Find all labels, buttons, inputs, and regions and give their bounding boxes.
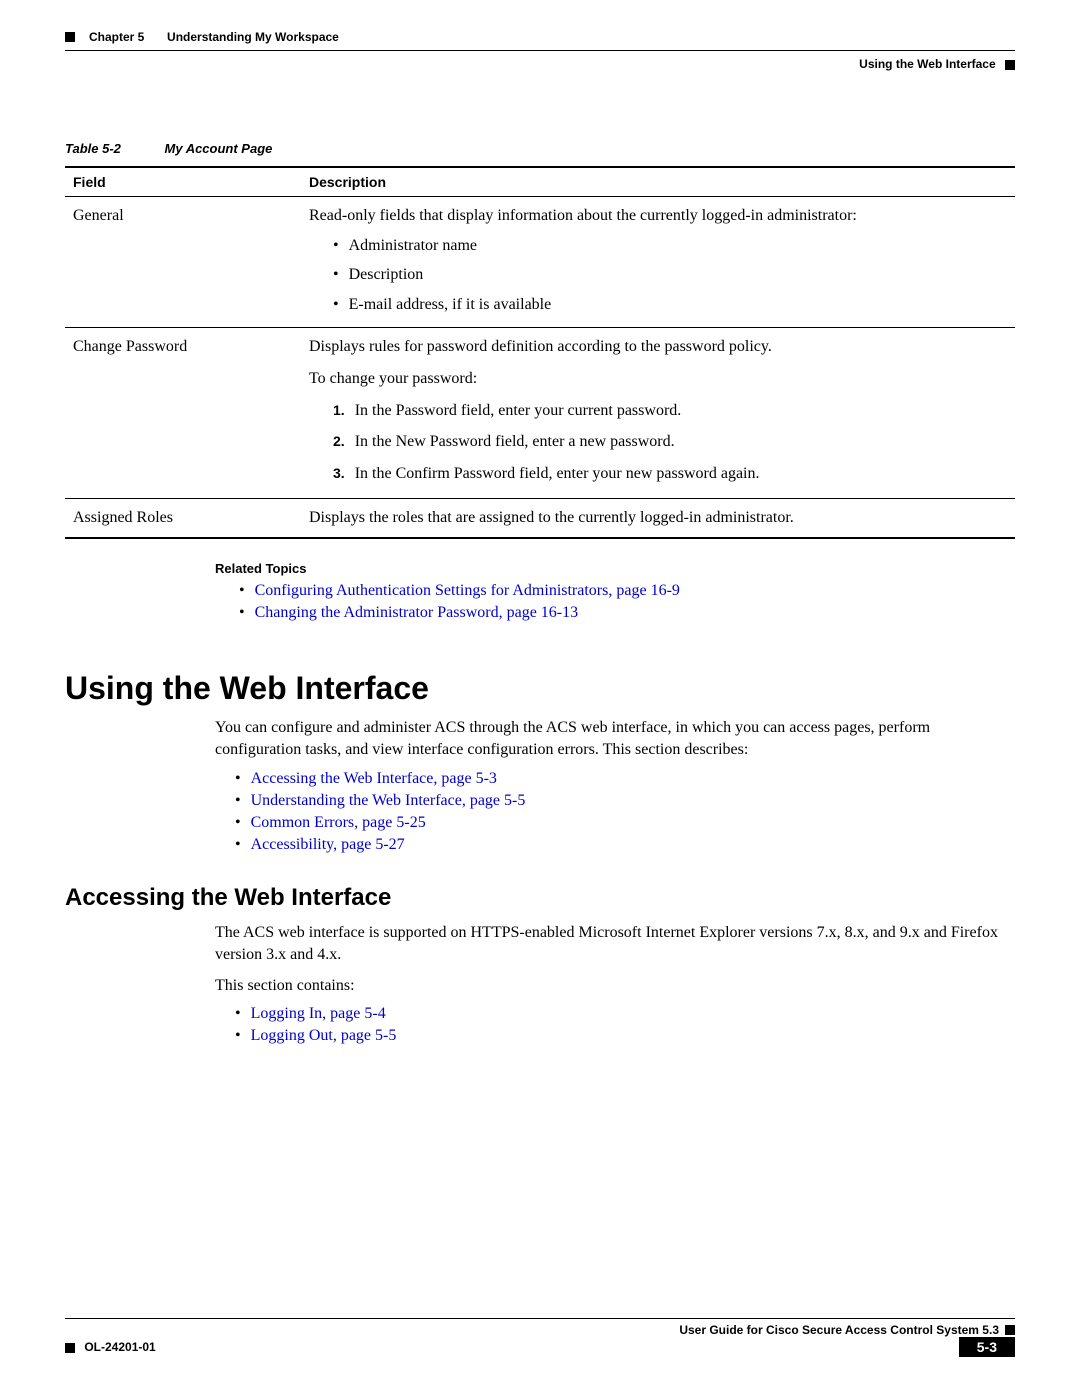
list-item: 2.In the New Password field, enter a new…	[333, 429, 1007, 455]
list-item: Changing the Administrator Password, pag…	[239, 604, 1015, 622]
list-item: Accessibility, page 5-27	[235, 836, 1015, 854]
related-topics: Related Topics Configuring Authenticatio…	[215, 561, 1015, 622]
th-description: Description	[301, 167, 1015, 197]
xref-link[interactable]: Understanding the Web Interface, page 5-…	[251, 792, 526, 809]
list-item: Logging In, page 5-4	[235, 1005, 1015, 1023]
list-item: E-mail address, if it is available	[333, 292, 1007, 318]
list-item: Accessing the Web Interface, page 5-3	[235, 770, 1015, 788]
cell-field: Change Password	[65, 328, 301, 499]
xref-link[interactable]: Changing the Administrator Password, pag…	[255, 604, 579, 621]
table-row: Change Password Displays rules for passw…	[65, 328, 1015, 499]
table-caption: Table 5-2 My Account Page	[65, 141, 1015, 156]
list-item: Logging Out, page 5-5	[235, 1027, 1015, 1045]
footer-marker-icon	[1005, 1325, 1015, 1335]
xref-link[interactable]: Logging In, page 5-4	[251, 1005, 386, 1022]
list-item: Understanding the Web Interface, page 5-…	[235, 792, 1015, 810]
heading-1: Using the Web Interface	[65, 670, 1015, 707]
xref-link[interactable]: Accessibility, page 5-27	[251, 836, 405, 853]
body-paragraph: This section contains:	[215, 975, 1015, 997]
header-marker-icon	[65, 32, 75, 42]
heading-2: Accessing the Web Interface	[65, 884, 1015, 912]
chapter-title: Understanding My Workspace	[167, 30, 339, 44]
running-header: Chapter 5 Understanding My Workspace	[65, 30, 1015, 44]
table-title: My Account Page	[165, 141, 273, 156]
xref-link[interactable]: Common Errors, page 5-25	[251, 814, 426, 831]
xref-link[interactable]: Accessing the Web Interface, page 5-3	[251, 770, 497, 787]
footer-marker-icon	[65, 1343, 75, 1353]
cell-field: Assigned Roles	[65, 499, 301, 538]
chapter-label: Chapter 5	[89, 30, 144, 44]
related-topics-heading: Related Topics	[215, 561, 1015, 576]
my-account-table: Field Description General Read-only fiel…	[65, 166, 1015, 539]
header-marker-icon	[1005, 60, 1015, 70]
xref-link[interactable]: Logging Out, page 5-5	[251, 1027, 397, 1044]
page-number: 5-3	[959, 1337, 1015, 1357]
cell-field: General	[65, 197, 301, 328]
table-row: Assigned Roles Displays the roles that a…	[65, 499, 1015, 538]
body-paragraph: The ACS web interface is supported on HT…	[215, 922, 1015, 967]
cell-desc: Read-only fields that display informatio…	[301, 197, 1015, 328]
body-paragraph: You can configure and administer ACS thr…	[215, 717, 1015, 762]
page-footer: User Guide for Cisco Secure Access Contr…	[65, 1318, 1015, 1357]
list-item: 1.In the Password field, enter your curr…	[333, 398, 1007, 424]
section-title: Using the Web Interface	[859, 57, 995, 71]
list-item: Description	[333, 262, 1007, 288]
list-item: 3.In the Confirm Password field, enter y…	[333, 461, 1007, 487]
cell-desc: Displays the roles that are assigned to …	[301, 499, 1015, 538]
table-number: Table 5-2	[65, 141, 121, 156]
th-field: Field	[65, 167, 301, 197]
doc-id: OL-24201-01	[84, 1340, 155, 1354]
page: Chapter 5 Understanding My Workspace Usi…	[0, 0, 1080, 1397]
list-item: Common Errors, page 5-25	[235, 814, 1015, 832]
table-row: General Read-only fields that display in…	[65, 197, 1015, 328]
list-item: Configuring Authentication Settings for …	[239, 582, 1015, 600]
list-item: Administrator name	[333, 233, 1007, 259]
xref-link[interactable]: Configuring Authentication Settings for …	[255, 582, 680, 599]
guide-title: User Guide for Cisco Secure Access Contr…	[679, 1323, 999, 1337]
cell-desc: Displays rules for password definition a…	[301, 328, 1015, 499]
